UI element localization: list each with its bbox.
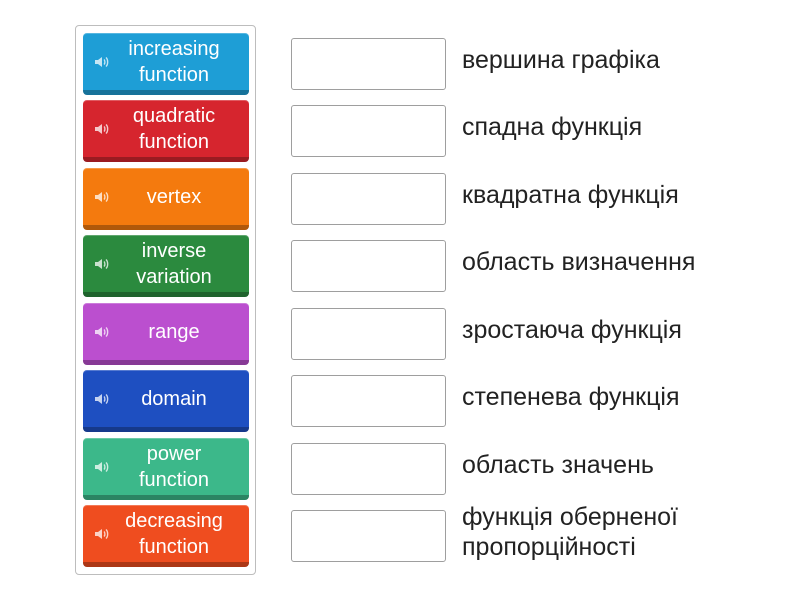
drop-slot[interactable] (291, 38, 446, 90)
definition-text: степенева функція (462, 383, 680, 411)
definition-text: область визначення (462, 248, 696, 276)
term-tile[interactable]: vertex (83, 168, 249, 230)
speaker-icon[interactable] (94, 190, 110, 204)
drop-slot[interactable] (291, 173, 446, 225)
speaker-icon[interactable] (94, 122, 110, 136)
drop-slot[interactable] (291, 308, 446, 360)
term-tile[interactable]: increasing function (83, 33, 249, 95)
term-tile[interactable]: range (83, 303, 249, 365)
speaker-icon[interactable] (94, 527, 110, 541)
definition-text: квадратна функція (462, 181, 679, 209)
definition-text: область значень (462, 451, 654, 479)
drop-slot[interactable] (291, 240, 446, 292)
definition-text: вершина графіка (462, 46, 660, 74)
speaker-icon[interactable] (94, 257, 110, 271)
speaker-icon[interactable] (94, 325, 110, 339)
speaker-icon[interactable] (94, 392, 110, 406)
term-tile[interactable]: domain (83, 370, 249, 432)
speaker-icon[interactable] (94, 460, 110, 474)
drop-slot[interactable] (291, 510, 446, 562)
drop-slot[interactable] (291, 375, 446, 427)
match-up-activity: increasing function quadratic function v… (0, 0, 800, 600)
definition-text: зростаюча функція (462, 316, 682, 344)
term-tile[interactable]: decreasing function (83, 505, 249, 567)
term-tile[interactable]: power function (83, 438, 249, 500)
speaker-icon[interactable] (94, 55, 110, 69)
definition-text: функція оберненої пропорційності (462, 503, 679, 561)
drop-slot[interactable] (291, 105, 446, 157)
term-tile[interactable]: quadratic function (83, 100, 249, 162)
term-tile[interactable]: inverse variation (83, 235, 249, 297)
drop-slot[interactable] (291, 443, 446, 495)
definition-text: спадна функція (462, 113, 643, 141)
